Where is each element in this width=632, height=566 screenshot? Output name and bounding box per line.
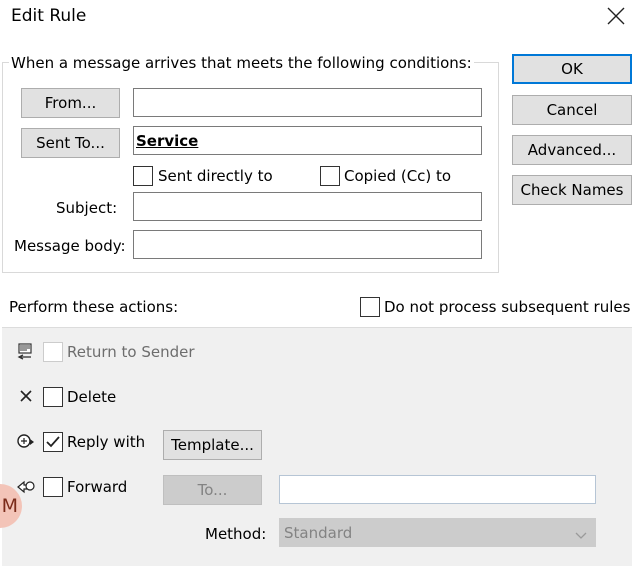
check-mark-icon <box>46 436 60 448</box>
reply-with-checkbox[interactable] <box>43 432 63 452</box>
forward-checkbox[interactable] <box>43 477 63 497</box>
forward-label: Forward <box>67 478 128 496</box>
dialog-title: Edit Rule <box>11 6 87 26</box>
sent-to-button[interactable]: Sent To... <box>21 128 120 158</box>
do-not-process-label: Do not process subsequent rules <box>384 298 631 316</box>
chevron-down-icon <box>575 527 587 545</box>
sent-directly-checkbox[interactable] <box>133 166 153 186</box>
subject-label: Subject: <box>56 199 118 217</box>
reply-with-label: Reply with <box>67 433 146 451</box>
sent-directly-label: Sent directly to <box>158 167 273 185</box>
sent-to-input[interactable]: Service <box>133 126 482 155</box>
method-value: Standard <box>284 523 353 542</box>
sent-to-value: Service <box>136 131 199 150</box>
copied-cc-checkbox[interactable] <box>320 166 340 186</box>
message-body-label: Message body: <box>14 237 126 255</box>
ok-button[interactable]: OK <box>512 54 632 84</box>
template-button[interactable]: Template... <box>163 430 262 460</box>
forward-to-button[interactable]: To... <box>163 475 262 505</box>
copied-cc-label: Copied (Cc) to <box>344 167 452 185</box>
cancel-button[interactable]: Cancel <box>512 95 632 125</box>
return-to-sender-icon <box>17 342 35 360</box>
message-body-input[interactable] <box>133 230 482 259</box>
perform-actions-label: Perform these actions: <box>9 298 179 316</box>
from-button[interactable]: From... <box>21 88 120 118</box>
return-to-sender-checkbox[interactable] <box>43 342 63 362</box>
method-select[interactable]: Standard <box>279 518 596 547</box>
delete-checkbox[interactable] <box>43 387 63 407</box>
do-not-process-checkbox[interactable] <box>360 297 380 317</box>
return-to-sender-label: Return to Sender <box>67 343 195 361</box>
close-icon[interactable] <box>604 4 628 28</box>
from-input[interactable] <box>133 88 482 117</box>
subject-input[interactable] <box>133 192 482 221</box>
avatar-initial: M <box>1 495 18 517</box>
advanced-button[interactable]: Advanced... <box>512 135 632 165</box>
delete-icon <box>18 388 34 404</box>
delete-label: Delete <box>67 388 117 406</box>
conditions-group-label: When a message arrives that meets the fo… <box>9 54 474 72</box>
method-label: Method: <box>205 525 267 543</box>
forward-to-input[interactable] <box>279 475 596 504</box>
check-names-button[interactable]: Check Names <box>512 175 632 205</box>
forward-icon <box>16 478 36 496</box>
reply-with-icon <box>16 433 36 451</box>
